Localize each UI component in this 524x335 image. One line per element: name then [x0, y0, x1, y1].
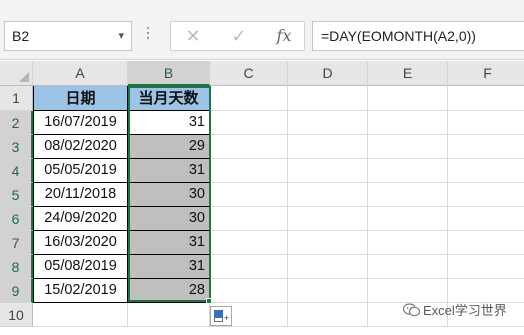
- cell-d1[interactable]: [288, 86, 368, 111]
- select-all-button[interactable]: [0, 61, 33, 86]
- days-cell[interactable]: 31: [128, 159, 210, 183]
- cell-c1[interactable]: [210, 86, 288, 111]
- cell-d6[interactable]: [288, 207, 368, 231]
- cell-f7[interactable]: [448, 231, 524, 255]
- date-cell[interactable]: 16/03/2020: [33, 231, 128, 255]
- cell-e5[interactable]: [368, 183, 448, 207]
- date-cell[interactable]: 05/05/2019: [33, 159, 128, 183]
- column-header-b[interactable]: B: [128, 61, 210, 86]
- formula-input[interactable]: =DAY(EOMONTH(A2,0)): [312, 21, 524, 51]
- watermark-text: Excel学习世界: [423, 303, 507, 318]
- cell-e8[interactable]: [368, 255, 448, 279]
- cell-f6[interactable]: [448, 207, 524, 231]
- cell-e6[interactable]: [368, 207, 448, 231]
- insert-function-icon[interactable]: fx: [270, 22, 298, 50]
- column-header-e[interactable]: E: [368, 61, 448, 86]
- days-cell[interactable]: 30: [128, 183, 210, 207]
- cell-d9[interactable]: [288, 279, 368, 303]
- formula-buttons: ✕ ✓ fx: [170, 21, 305, 51]
- cell-d5[interactable]: [288, 183, 368, 207]
- row-header-7[interactable]: 7: [0, 231, 33, 255]
- cell-c3[interactable]: [210, 135, 288, 159]
- row-header-6[interactable]: 6: [0, 207, 33, 231]
- cell-d4[interactable]: [288, 159, 368, 183]
- column-header-c[interactable]: C: [210, 61, 288, 86]
- row-header-2[interactable]: 2: [0, 111, 33, 135]
- cell-f9[interactable]: [448, 279, 524, 303]
- column-header-d[interactable]: D: [288, 61, 368, 86]
- cell-c8[interactable]: [210, 255, 288, 279]
- days-cell[interactable]: 31: [128, 231, 210, 255]
- cell-f8[interactable]: [448, 255, 524, 279]
- row-header-3[interactable]: 3: [0, 135, 33, 159]
- cell-e7[interactable]: [368, 231, 448, 255]
- name-box-value: B2: [12, 28, 30, 44]
- cell-d10[interactable]: [288, 303, 368, 327]
- cell-d2[interactable]: [288, 111, 368, 135]
- cell-c4[interactable]: [210, 159, 288, 183]
- cell-f5[interactable]: [448, 183, 524, 207]
- date-cell[interactable]: 08/02/2020: [33, 135, 128, 159]
- cell-d3[interactable]: [288, 135, 368, 159]
- date-cell[interactable]: 15/02/2019: [33, 279, 128, 303]
- days-cell[interactable]: 31: [128, 111, 210, 135]
- row-header-1[interactable]: 1: [0, 86, 33, 111]
- cell-e3[interactable]: [368, 135, 448, 159]
- row-header-9[interactable]: 9: [0, 279, 33, 303]
- cell-c5[interactable]: [210, 183, 288, 207]
- row-header-4[interactable]: 4: [0, 159, 33, 183]
- cell-c6[interactable]: [210, 207, 288, 231]
- header-cell-days[interactable]: 当月天数: [128, 86, 210, 111]
- cell-b10[interactable]: [128, 303, 210, 327]
- wechat-logo-icon: [403, 303, 420, 317]
- cell-f4[interactable]: [448, 159, 524, 183]
- cell-f3[interactable]: [448, 135, 524, 159]
- cell-a10[interactable]: [33, 303, 128, 327]
- days-cell[interactable]: 31: [128, 255, 210, 279]
- cell-c7[interactable]: [210, 231, 288, 255]
- watermark: Excel学习世界: [403, 302, 507, 320]
- row-header-8[interactable]: 8: [0, 255, 33, 279]
- column-header-f[interactable]: F: [448, 61, 524, 86]
- cell-e1[interactable]: [368, 86, 448, 111]
- quick-analysis-icon[interactable]: +: [210, 306, 232, 326]
- name-box[interactable]: B2 ▾: [4, 21, 132, 51]
- cell-c2[interactable]: [210, 111, 288, 135]
- days-cell[interactable]: 30: [128, 207, 210, 231]
- cell-d7[interactable]: [288, 231, 368, 255]
- cell-d8[interactable]: [288, 255, 368, 279]
- days-cell[interactable]: 29: [128, 135, 210, 159]
- days-cell[interactable]: 28: [128, 279, 210, 303]
- formula-bar: B2 ▾ ✕ ✓ fx =DAY(EOMONTH(A2,0)): [0, 0, 524, 60]
- chevron-down-icon[interactable]: ▾: [118, 22, 124, 50]
- check-icon[interactable]: ✓: [225, 22, 253, 50]
- date-cell[interactable]: 16/07/2019: [33, 111, 128, 135]
- cancel-icon[interactable]: ✕: [179, 22, 207, 50]
- cell-e4[interactable]: [368, 159, 448, 183]
- row-header-10[interactable]: 10: [0, 303, 33, 327]
- date-cell[interactable]: 05/08/2019: [33, 255, 128, 279]
- column-header-a[interactable]: A: [33, 61, 128, 86]
- cell-c9[interactable]: [210, 279, 288, 303]
- cell-e2[interactable]: [368, 111, 448, 135]
- row-header-5[interactable]: 5: [0, 183, 33, 207]
- cell-f2[interactable]: [448, 111, 524, 135]
- date-cell[interactable]: 24/09/2020: [33, 207, 128, 231]
- fill-handle[interactable]: [206, 298, 212, 304]
- grip-dots-icon[interactable]: [146, 27, 150, 42]
- cell-e9[interactable]: [368, 279, 448, 303]
- cell-f1[interactable]: [448, 86, 524, 111]
- date-cell[interactable]: 20/11/2018: [33, 183, 128, 207]
- header-cell-date[interactable]: 日期: [33, 86, 128, 111]
